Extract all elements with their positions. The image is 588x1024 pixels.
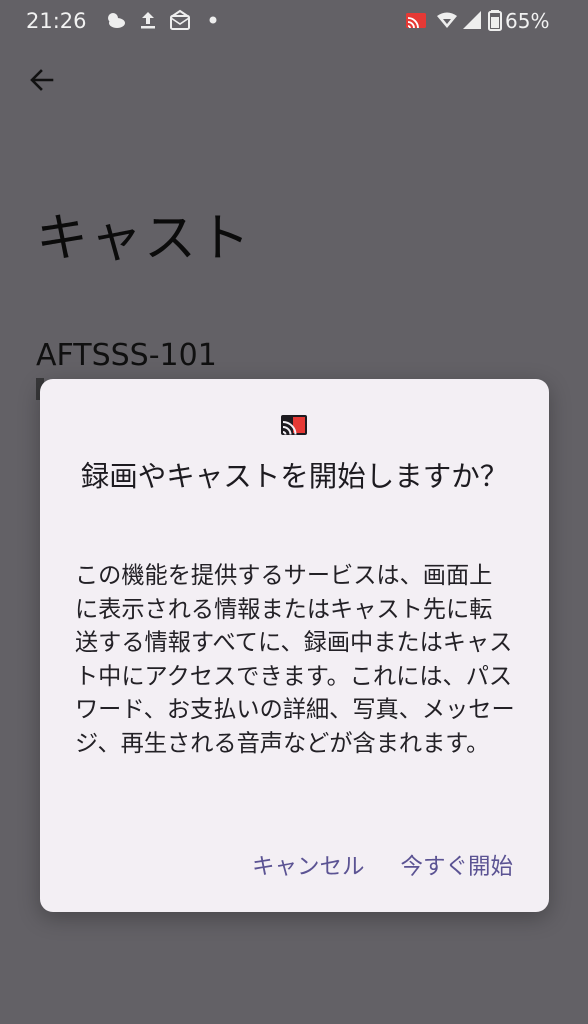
cast-icon — [279, 413, 309, 437]
cast-icon — [404, 8, 428, 32]
start-now-button[interactable]: 今すぐ開始 — [400, 847, 513, 887]
dialog-title: 録画やキャストを開始しますか？ — [80, 460, 509, 493]
back-button[interactable] — [22, 60, 62, 100]
status-bar: 21:26 65% — [0, 0, 588, 42]
upload-icon — [136, 8, 160, 32]
signal-icon — [460, 8, 484, 32]
back-arrow-icon — [30, 69, 54, 91]
dialog-body-text: この機能を提供するサービスは、画面上に表示される情報またはキャスト先に転送する情… — [75, 562, 515, 757]
status-time: 21:26 — [26, 9, 87, 33]
battery-icon — [483, 8, 507, 32]
cancel-button[interactable]: キャンセル — [252, 847, 365, 887]
device-name[interactable]: AFTSSS-101 — [36, 336, 217, 376]
cast-permission-dialog: 録画やキャストを開始しますか？ この機能を提供するサービスは、画面上に表示される… — [40, 379, 549, 912]
battery-percentage: 65% — [505, 9, 550, 33]
dialog-actions: キャンセル 今すぐ開始 — [252, 847, 513, 887]
mail-icon — [168, 8, 192, 32]
wifi-icon — [435, 8, 459, 32]
weather-icon — [103, 8, 127, 32]
page-title: キャスト — [36, 209, 253, 269]
dot-icon — [203, 8, 227, 32]
